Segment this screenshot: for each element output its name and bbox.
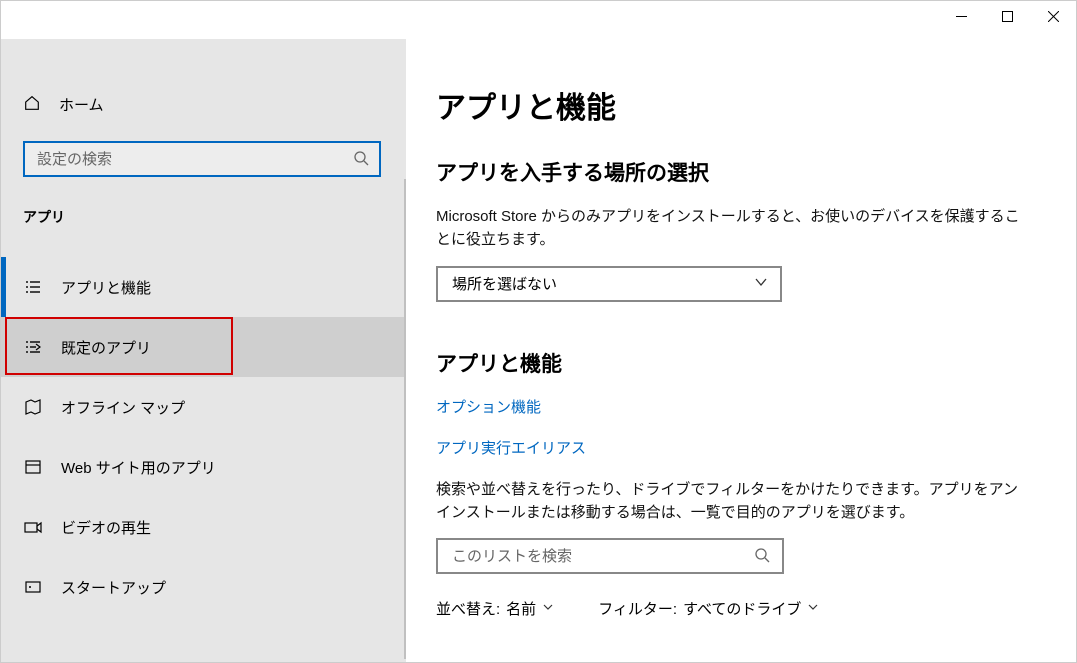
chevron-down-icon	[542, 600, 554, 617]
filter-control[interactable]: フィルター: すべてのドライブ	[598, 598, 819, 619]
chevron-down-icon	[754, 275, 768, 293]
sidebar: 設定 ホーム アプリ	[1, 39, 406, 662]
section-apps-features-desc: 検索や並べ替えを行ったり、ドライブでフィルターをかけたりできます。アプリをアンイ…	[436, 478, 1026, 525]
sidebar-item-label: オフライン マップ	[61, 397, 185, 418]
content-pane: アプリと機能 アプリを入手する場所の選択 Microsoft Store からの…	[406, 39, 1076, 662]
sidebar-item-apps-features[interactable]: アプリと機能	[1, 257, 406, 317]
optional-features-link[interactable]: オプション機能	[436, 396, 1026, 417]
dropdown-value: 場所を選ばない	[452, 273, 557, 294]
app-execution-aliases-link[interactable]: アプリ実行エイリアス	[436, 437, 1026, 458]
sort-value: 名前	[506, 598, 536, 619]
window-titlebar	[1, 1, 1076, 39]
search-icon	[353, 150, 369, 169]
close-button[interactable]	[1030, 1, 1076, 31]
sort-filter-row: 並べ替え: 名前 フィルター: すべてのドライブ	[436, 598, 1026, 619]
sidebar-category: アプリ	[1, 177, 406, 239]
scrollbar[interactable]	[404, 179, 406, 659]
sidebar-item-label: アプリと機能	[61, 277, 151, 298]
app-list-search-input[interactable]	[452, 548, 754, 565]
sidebar-home-label: ホーム	[59, 94, 104, 115]
install-source-dropdown[interactable]: 場所を選ばない	[436, 266, 782, 302]
sidebar-item-offline-maps[interactable]: オフライン マップ	[1, 377, 406, 437]
home-icon	[23, 94, 59, 115]
sort-control[interactable]: 並べ替え: 名前	[436, 598, 554, 619]
sidebar-home[interactable]: ホーム	[1, 81, 406, 127]
web-apps-icon	[23, 457, 43, 477]
search-icon	[754, 547, 770, 566]
default-apps-icon	[23, 337, 43, 357]
sidebar-item-label: 既定のアプリ	[61, 337, 151, 358]
sidebar-item-web-apps[interactable]: Web サイト用のアプリ	[1, 437, 406, 497]
sidebar-item-startup[interactable]: スタートアップ	[1, 557, 406, 617]
section-get-apps-title: アプリを入手する場所の選択	[436, 157, 1026, 187]
map-icon	[23, 397, 43, 417]
search-input[interactable]	[37, 151, 353, 168]
sort-label: 並べ替え:	[436, 598, 500, 619]
app-list-search[interactable]	[436, 538, 784, 574]
startup-icon	[23, 577, 43, 597]
back-button[interactable]	[23, 39, 59, 44]
sidebar-item-label: Web サイト用のアプリ	[61, 457, 216, 478]
sidebar-item-label: スタートアップ	[61, 577, 166, 598]
settings-search[interactable]	[23, 141, 381, 177]
filter-label: フィルター:	[598, 598, 677, 619]
page-heading: アプリと機能	[436, 83, 1026, 127]
minimize-button[interactable]	[938, 1, 984, 31]
chevron-down-icon	[807, 600, 819, 617]
sidebar-item-label: ビデオの再生	[61, 517, 151, 538]
sidebar-item-default-apps[interactable]: 既定のアプリ	[1, 317, 406, 377]
list-icon	[23, 277, 43, 297]
section-apps-features-title: アプリと機能	[436, 348, 1026, 378]
section-get-apps-desc: Microsoft Store からのみアプリをインストールすると、お使いのデバ…	[436, 205, 1026, 252]
sidebar-nav: アプリと機能 既定のアプリ オフライン マップ	[1, 257, 406, 617]
sidebar-item-video-playback[interactable]: ビデオの再生	[1, 497, 406, 557]
filter-value: すべてのドライブ	[683, 598, 801, 619]
maximize-button[interactable]	[984, 1, 1030, 31]
video-icon	[23, 517, 43, 537]
